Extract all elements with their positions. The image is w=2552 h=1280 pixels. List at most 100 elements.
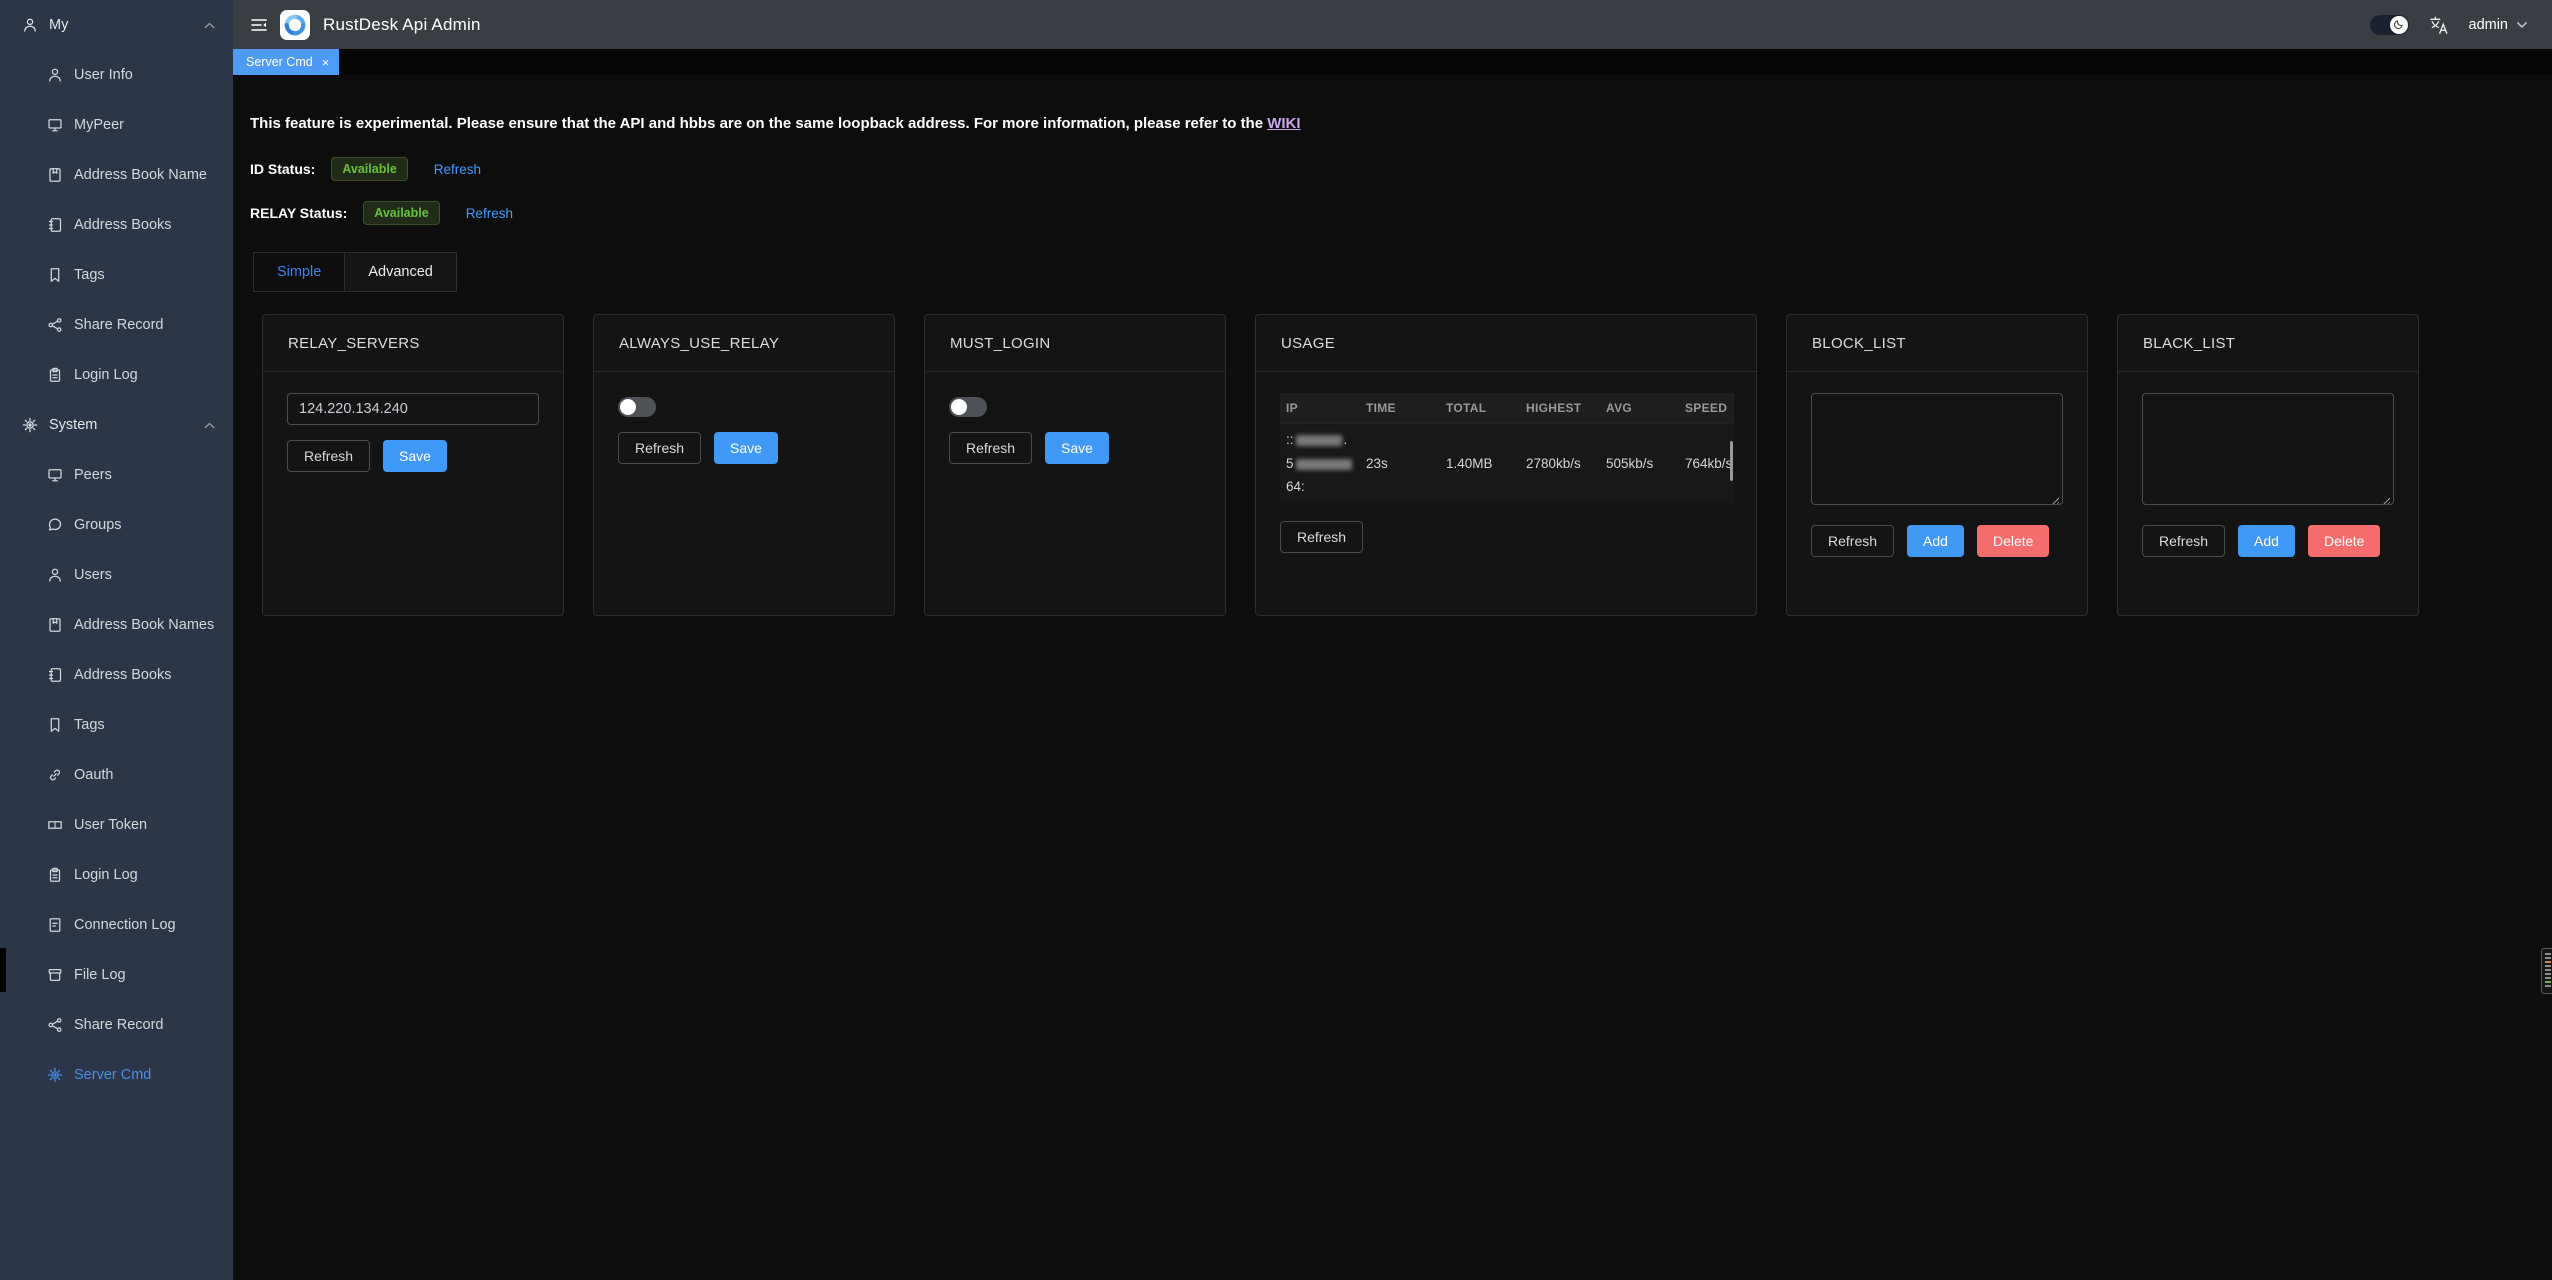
sidebar-item-label: Groups (74, 517, 122, 533)
sidebar-item-file-log[interactable]: File Log (0, 950, 233, 1000)
usage-table-row: ::. 5 64: 23s 1.40MB 2780kb/s 505kb/s 76… (1280, 423, 1734, 503)
chat-icon (47, 517, 63, 533)
left-edge-artifact (0, 948, 6, 992)
block-list-textarea[interactable] (1811, 393, 2063, 505)
always-use-relay-refresh-button[interactable]: Refresh (618, 432, 701, 464)
sidebar-item-share-record[interactable]: Share Record (0, 300, 233, 350)
toggle-knob (620, 399, 636, 415)
sidebar-item-share-record[interactable]: Share Record (0, 1000, 233, 1050)
user-name: admin (2469, 17, 2509, 33)
card-block-list: BLOCK_LIST Refresh Add Delete (1786, 314, 2088, 616)
must-login-refresh-button[interactable]: Refresh (949, 432, 1032, 464)
sidebar-item-login-log[interactable]: Login Log (0, 350, 233, 400)
id-status-refresh-link[interactable]: Refresh (434, 162, 481, 177)
usage-total-cell: 1.40MB (1440, 456, 1520, 471)
cards-row: RELAY_SERVERS Refresh Save ALWAYS_USE_RE… (262, 314, 2419, 616)
black-list-add-button[interactable]: Add (2238, 525, 2295, 557)
dark-mode-toggle[interactable] (2370, 15, 2409, 35)
bookmark-icon (47, 717, 63, 733)
black-list-textarea[interactable] (2142, 393, 2394, 505)
sidebar-item-groups[interactable]: Groups (0, 500, 233, 550)
id-status-badge: Available (331, 157, 407, 181)
sidebar-item-tags[interactable]: Tags (0, 250, 233, 300)
sidebar-item-label: Address Books (74, 667, 172, 683)
sidebar-item-address-book-name[interactable]: Address Book Name (0, 150, 233, 200)
sidebar-item-address-books[interactable]: Address Books (0, 200, 233, 250)
block-list-refresh-button[interactable]: Refresh (1811, 525, 1894, 557)
sidebar-item-label: Connection Log (74, 917, 176, 933)
block-list-delete-button[interactable]: Delete (1977, 525, 2049, 557)
card-title: BLOCK_LIST (1787, 315, 2087, 372)
sidebar-item-peers[interactable]: Peers (0, 450, 233, 500)
wiki-link[interactable]: WIKI (1267, 115, 1300, 132)
tab-server-cmd[interactable]: Server Cmd × (233, 49, 339, 75)
relay-servers-refresh-button[interactable]: Refresh (287, 440, 370, 472)
black-list-refresh-button[interactable]: Refresh (2142, 525, 2225, 557)
ip-line1: :: (1286, 432, 1294, 447)
card-always-use-relay: ALWAYS_USE_RELAY Refresh Save (593, 314, 895, 616)
clipboard-icon (47, 867, 63, 883)
sidebar-section-my[interactable]: My (0, 0, 233, 50)
col-ip: IP (1280, 401, 1360, 415)
sidebar-item-mypeer[interactable]: MyPeer (0, 100, 233, 150)
sidebar-item-users[interactable]: Users (0, 550, 233, 600)
sidebar-item-address-book-names[interactable]: Address Book Names (0, 600, 233, 650)
gear-icon (22, 417, 38, 433)
relay-servers-input[interactable] (287, 393, 539, 425)
card-title: RELAY_SERVERS (263, 315, 563, 372)
must-login-save-button[interactable]: Save (1045, 432, 1109, 464)
relay-status-row: RELAY Status: Available Refresh (250, 200, 513, 226)
user-icon (47, 67, 63, 83)
block-list-add-button[interactable]: Add (1907, 525, 1964, 557)
sidebar-item-label: Address Books (74, 217, 172, 233)
user-icon (47, 567, 63, 583)
clipboard-icon (47, 367, 63, 383)
relay-status-refresh-link[interactable]: Refresh (466, 206, 513, 221)
notebook-icon (47, 217, 63, 233)
redacted-ip-segment (1296, 435, 1342, 446)
notice-text: This feature is experimental. Please ens… (250, 115, 1267, 132)
app-title: RustDesk Api Admin (323, 15, 481, 35)
sidebar-item-login-log[interactable]: Login Log (0, 850, 233, 900)
user-icon (22, 17, 38, 33)
open-tabs-bar: Server Cmd × (233, 49, 2552, 75)
relay-status-badge: Available (363, 201, 439, 225)
sidebar-item-connection-log[interactable]: Connection Log (0, 900, 233, 950)
card-title: ALWAYS_USE_RELAY (594, 315, 894, 372)
must-login-toggle[interactable] (949, 397, 987, 417)
card-usage: USAGE IP TIME TOTAL HIGHEST AVG SPEED (1255, 314, 1757, 616)
sidebar-item-label: Oauth (74, 767, 114, 783)
sidebar-item-label: Share Record (74, 1017, 163, 1033)
overlay-minimap-artifact (2541, 948, 2552, 994)
tab-advanced[interactable]: Advanced (344, 253, 456, 291)
main-content: This feature is experimental. Please ens… (233, 75, 2552, 1280)
card-black-list: BLACK_LIST Refresh Add Delete (2117, 314, 2419, 616)
user-menu[interactable]: admin (2469, 17, 2529, 33)
black-list-delete-button[interactable]: Delete (2308, 525, 2380, 557)
relay-servers-save-button[interactable]: Save (383, 440, 447, 472)
card-relay-servers: RELAY_SERVERS Refresh Save (262, 314, 564, 616)
document-icon (47, 917, 63, 933)
usage-refresh-button[interactable]: Refresh (1280, 521, 1363, 553)
sidebar-item-label: Tags (74, 717, 105, 733)
sidebar-item-oauth[interactable]: Oauth (0, 750, 233, 800)
usage-table-scrollbar[interactable] (1730, 441, 1733, 481)
sidebar-fold-icon[interactable] (250, 17, 268, 33)
always-use-relay-toggle[interactable] (618, 397, 656, 417)
always-use-relay-save-button[interactable]: Save (714, 432, 778, 464)
tab-simple[interactable]: Simple (254, 253, 344, 291)
language-translate-icon[interactable] (2428, 15, 2450, 35)
sidebar-item-label: User Info (74, 67, 133, 83)
sidebar-section-system[interactable]: System (0, 400, 233, 450)
archive-icon (47, 967, 63, 983)
link-icon (47, 767, 63, 783)
sidebar-item-address-books[interactable]: Address Books (0, 650, 233, 700)
experimental-notice: This feature is experimental. Please ens… (250, 115, 1301, 132)
monitor-icon (47, 467, 63, 483)
usage-avg-cell: 505kb/s (1600, 456, 1679, 471)
sidebar-item-tags[interactable]: Tags (0, 700, 233, 750)
sidebar-item-user-info[interactable]: User Info (0, 50, 233, 100)
close-icon[interactable]: × (322, 56, 330, 69)
sidebar-item-user-token[interactable]: User Token (0, 800, 233, 850)
sidebar-item-server-cmd[interactable]: Server Cmd (0, 1050, 233, 1100)
